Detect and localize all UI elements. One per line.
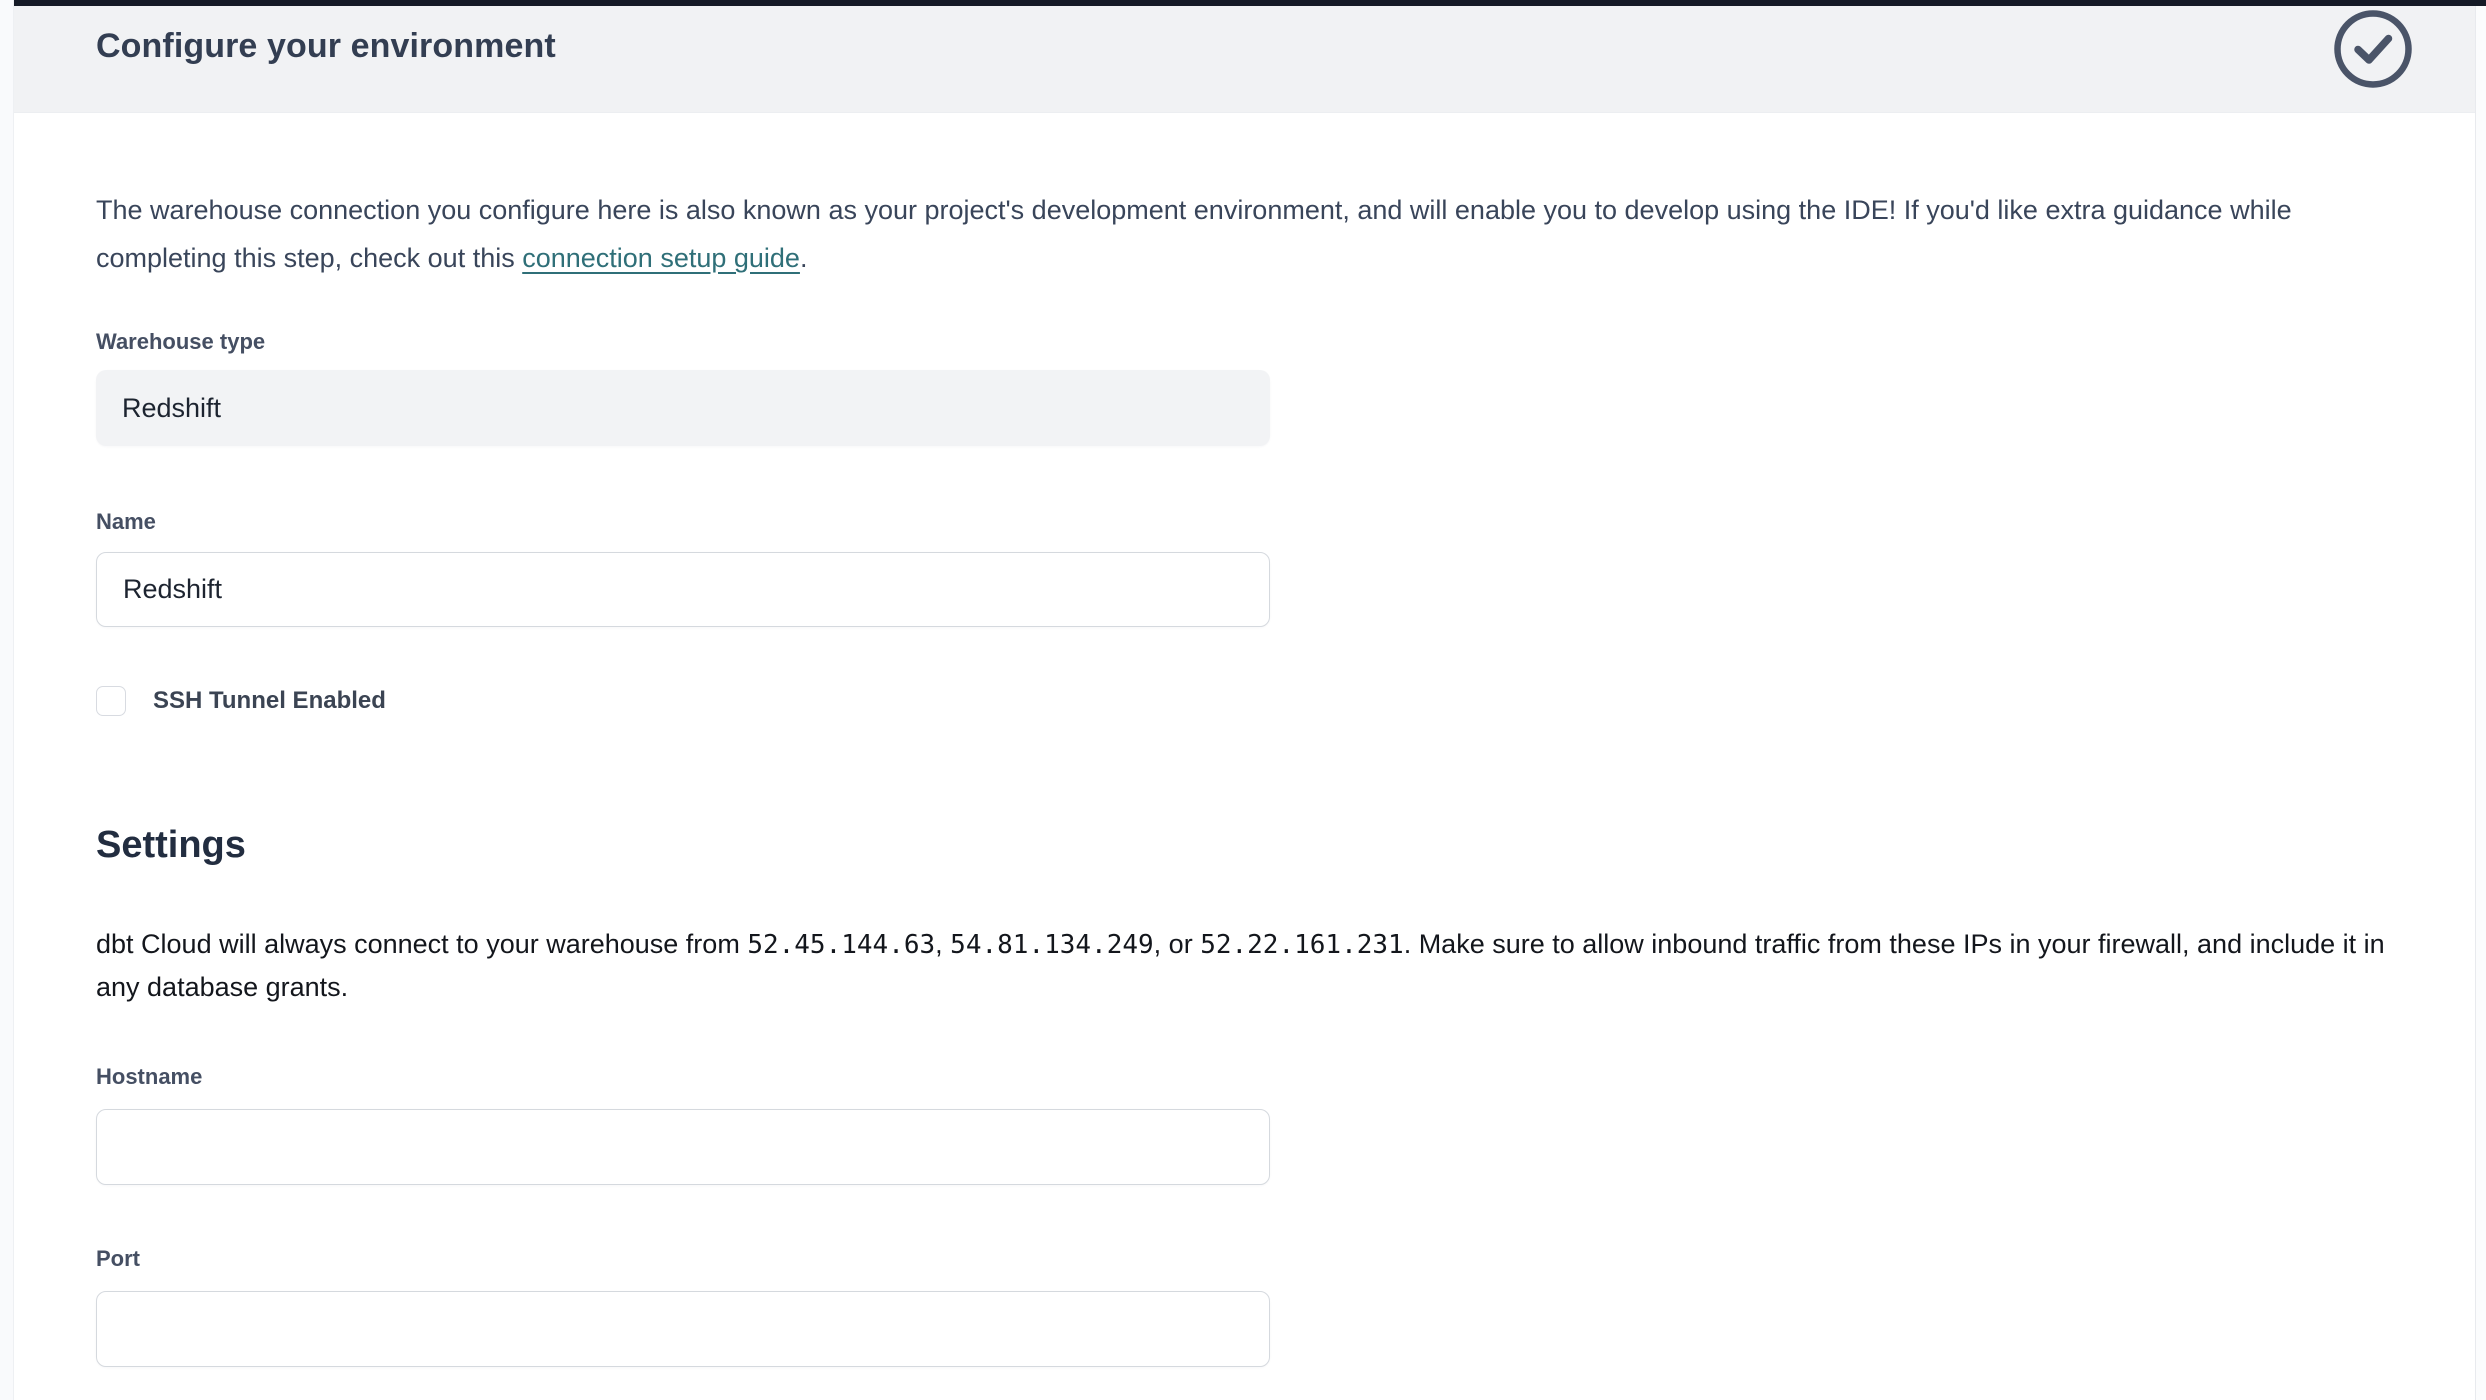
panel-header: Configure your environment	[14, 6, 2475, 113]
ip-allowlist-note: dbt Cloud will always connect to your wa…	[96, 923, 2393, 1008]
top-accent-bar	[14, 0, 2486, 6]
note-text-segment: dbt Cloud will always connect to your wa…	[96, 929, 747, 959]
form-content: The warehouse connection you configure h…	[14, 186, 2475, 1367]
name-label: Name	[96, 509, 2393, 535]
name-input[interactable]	[96, 552, 1270, 627]
note-text-segment: ,	[935, 929, 950, 959]
port-label: Port	[96, 1246, 2393, 1272]
note-text-segment: , or	[1154, 929, 1201, 959]
ip-address: 54.81.134.249	[950, 930, 1154, 960]
page-background-edge	[0, 0, 14, 1400]
ip-address: 52.22.161.231	[1200, 930, 1404, 960]
connection-setup-guide-link[interactable]: connection setup guide	[522, 243, 800, 273]
intro-text-before: The warehouse connection you configure h…	[96, 195, 2292, 273]
intro-paragraph: The warehouse connection you configure h…	[96, 186, 2376, 282]
ssh-tunnel-label: SSH Tunnel Enabled	[153, 687, 386, 715]
check-circle-icon	[2334, 10, 2412, 88]
hostname-input[interactable]	[96, 1109, 1270, 1185]
ssh-tunnel-checkbox[interactable]	[96, 686, 126, 716]
warehouse-type-field	[96, 370, 1270, 446]
settings-heading: Settings	[96, 822, 2393, 868]
ssh-tunnel-row: SSH Tunnel Enabled	[96, 686, 2393, 716]
environment-config-panel: Configure your environment The warehouse…	[14, 0, 2475, 1400]
port-input[interactable]	[96, 1291, 1270, 1367]
intro-text-after: .	[800, 243, 808, 273]
scrollbar-track[interactable]	[2475, 0, 2486, 1400]
page-title: Configure your environment	[14, 6, 2475, 66]
ip-address: 52.45.144.63	[747, 930, 935, 960]
warehouse-type-label: Warehouse type	[96, 329, 2393, 355]
hostname-label: Hostname	[96, 1064, 2393, 1090]
